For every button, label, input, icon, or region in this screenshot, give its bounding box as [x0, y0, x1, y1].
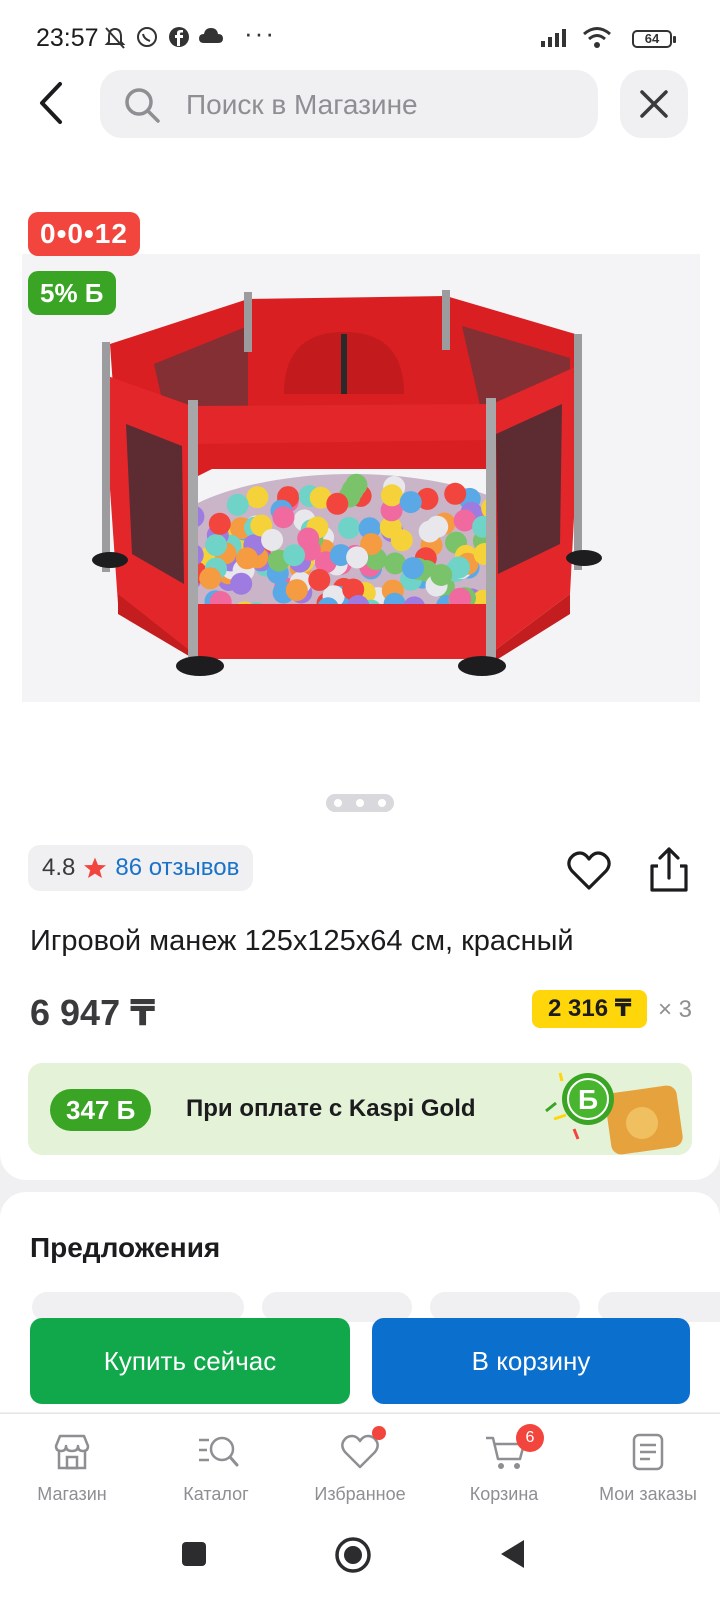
search-input[interactable]: [184, 70, 588, 140]
whatsapp-icon: [137, 27, 157, 47]
back-button[interactable]: [30, 78, 76, 128]
nav-label: Каталог: [183, 1484, 249, 1504]
facebook-icon: [169, 27, 189, 47]
ball-shape: [199, 567, 222, 590]
ball-shape: [399, 491, 422, 514]
buy-now-button[interactable]: Купить сейчас: [30, 1318, 350, 1404]
bottom-navigation: Магазин Каталог Избранное 6 Корзина Мои …: [0, 1413, 720, 1514]
catalog-search-icon: [199, 1436, 239, 1467]
nav-label: Магазин: [37, 1484, 107, 1504]
back-nav-icon[interactable]: [498, 1538, 528, 1570]
product-card: 23:57 ··· 64 Поиск в Магазине 0•0•12 5% …: [0, 0, 720, 1180]
product-image[interactable]: [22, 254, 700, 702]
carousel-dot: [334, 799, 342, 807]
orders-icon: [632, 1433, 664, 1471]
rating-reviews-link[interactable]: 4.8 86 отзывов: [28, 845, 254, 891]
nav-label: Корзина: [469, 1484, 539, 1504]
ball-shape: [345, 473, 368, 496]
home-icon[interactable]: [334, 1536, 372, 1574]
ball-shape: [390, 529, 413, 552]
ball-shape: [246, 486, 269, 509]
ball-shape: [230, 572, 253, 595]
cloud-icon: [199, 28, 223, 43]
installment-multiplier: × 3: [658, 996, 693, 1023]
rating-score: 4.8: [42, 854, 76, 881]
bonus-percent-badge: 5% Б: [28, 271, 116, 315]
share-icon[interactable]: [646, 846, 692, 894]
product-title: Игровой манеж 125x125x64 см, красный: [30, 925, 574, 957]
nav-item-orders[interactable]: Мои заказы: [576, 1414, 720, 1514]
add-to-cart-button[interactable]: В корзину: [372, 1318, 690, 1404]
ball-shape: [208, 512, 231, 535]
battery-icon: 64: [632, 30, 676, 48]
ball-shape: [297, 527, 320, 550]
ball-shape: [226, 493, 249, 516]
ball-shape: [205, 534, 228, 557]
timer-badge: 0•0•12: [28, 212, 140, 256]
store-icon: [54, 1434, 90, 1470]
ball-shape: [236, 547, 258, 570]
close-icon: [640, 90, 668, 118]
recent-apps-icon[interactable]: [180, 1540, 208, 1568]
carousel-indicator[interactable]: [326, 794, 394, 812]
mute-bell-icon: [104, 27, 126, 49]
kaspi-gold-illustration-icon: Б: [545, 1072, 683, 1155]
ball-shape: [430, 564, 453, 586]
nav-item-catalog[interactable]: Каталог: [144, 1414, 288, 1514]
ball-shape: [338, 516, 360, 539]
carousel-dot: [378, 799, 386, 807]
close-button[interactable]: [620, 70, 688, 138]
reviews-count: 86 отзывов: [115, 854, 240, 881]
cart-count-badge: 6: [516, 1424, 544, 1452]
ball-shape: [261, 528, 284, 551]
ball-shape: [285, 579, 308, 602]
installment-price-badge[interactable]: 2 316 ₸: [532, 990, 648, 1028]
ball-shape: [426, 515, 449, 538]
ball-shape: [283, 544, 306, 567]
carousel-dot: [356, 799, 364, 807]
notification-dot: [372, 1426, 386, 1440]
ball-shape: [326, 492, 349, 515]
search-icon: [125, 88, 160, 123]
product-price: 6 947 ₸: [30, 992, 156, 1033]
star-icon: [84, 857, 107, 878]
status-bar: 23:57 ··· 64: [0, 0, 720, 70]
nav-item-cart[interactable]: 6 Корзина: [432, 1414, 576, 1514]
wifi-icon: [583, 27, 611, 48]
ball-shape: [402, 557, 424, 580]
search-bar[interactable]: [100, 70, 598, 140]
ball-shape: [380, 484, 403, 507]
nav-item-store[interactable]: Магазин: [0, 1414, 144, 1514]
ball-shape: [444, 482, 467, 505]
nav-label: Мои заказы: [599, 1484, 697, 1504]
ball-shape: [308, 568, 331, 591]
kaspi-gold-text: При оплате с Kaspi Gold: [186, 1095, 476, 1122]
system-navigation-bar: [0, 1514, 720, 1600]
kaspi-bonus-amount: 347 Б: [50, 1089, 152, 1131]
nav-item-favorites[interactable]: Избранное: [288, 1414, 432, 1514]
nav-label: Избранное: [314, 1484, 406, 1504]
more-icon: ···: [244, 18, 276, 48]
ball-shape: [272, 506, 295, 529]
offers-title: Предложения: [30, 1232, 221, 1263]
playpen-illustration: [22, 254, 700, 702]
svg-text:Б: Б: [578, 1084, 598, 1115]
kaspi-gold-banner[interactable]: 347 Б При оплате с Kaspi Gold Б: [28, 1063, 692, 1155]
signal-icon: [541, 29, 566, 47]
favorite-heart-icon[interactable]: [566, 848, 612, 894]
ball-shape: [346, 546, 369, 569]
status-time: 23:57: [36, 24, 99, 52]
